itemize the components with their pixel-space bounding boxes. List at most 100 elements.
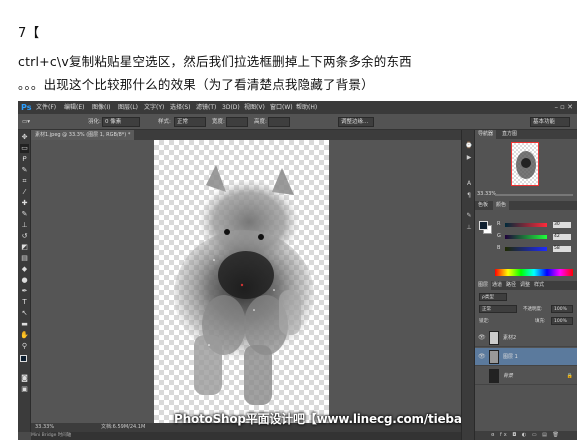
panel-foreground-swatch[interactable]	[479, 221, 488, 230]
screen-mode-icon[interactable]: ▣	[20, 385, 29, 394]
bottom-panel-tabs[interactable]: Mini Bridge 时间轴	[31, 432, 461, 440]
layer-thumbnail	[489, 369, 499, 383]
tab-color[interactable]: 颜色	[493, 201, 510, 210]
width-label: 宽度:	[212, 119, 225, 125]
blue-label: B	[497, 245, 501, 251]
post-result-line: 。。。出现这个比较那什么的效果（为了看清楚点我隐藏了背景）	[18, 77, 374, 92]
paragraph-panel-icon[interactable]: ¶	[465, 192, 473, 200]
menu-filter[interactable]: 滤镜(T)	[196, 101, 216, 114]
toolbox: ✥ ▭ ᑭ ✎ ⌗ ⁄ ✚ ✎ ⊥ ↺ ◩ ▤ ◆ ● ✒ T ↖ ▬ ✋ ⚲ …	[18, 130, 31, 432]
blue-value[interactable]: 58	[553, 246, 571, 252]
opacity-label: 不透明度:	[523, 307, 543, 312]
eraser-tool-icon[interactable]: ◩	[20, 243, 29, 252]
actions-panel-icon[interactable]: ▶	[465, 154, 473, 162]
menu-file[interactable]: 文件(F)	[36, 101, 56, 114]
menu-3d[interactable]: 3D(D)	[222, 101, 240, 114]
blue-slider[interactable]	[505, 247, 547, 251]
foreground-color-swatch[interactable]	[20, 355, 27, 362]
document-canvas[interactable]	[154, 140, 329, 423]
eye-icon[interactable]: 👁	[478, 329, 486, 347]
layer-kind-filter[interactable]: ρ类型	[479, 293, 507, 301]
ps-logo: Ps	[21, 103, 32, 112]
tab-navigator[interactable]: 导航器	[475, 130, 497, 139]
healing-brush-icon[interactable]: ✚	[20, 199, 29, 208]
blur-tool-icon[interactable]: ◆	[20, 265, 29, 274]
quick-mask-icon[interactable]: ◙	[20, 374, 29, 383]
layer-footer-icons[interactable]: ɞ fx ◘ ◐ ▭ ▤ 🗑	[475, 431, 577, 440]
menu-view[interactable]: 视图(V)	[244, 101, 265, 114]
hand-tool-icon[interactable]: ✋	[20, 331, 29, 340]
green-value[interactable]: 42	[553, 234, 571, 240]
layers-panel: 图层 通道 路径 调整 样式 ρ类型 正常 不透明度: 100% 锁定: 填充:…	[475, 281, 577, 440]
menu-layer[interactable]: 图层(L)	[118, 101, 138, 114]
document-tab[interactable]: 素材1.jpeg @ 33.3% (图层 1, RGB/8*) *	[31, 130, 135, 140]
width-input[interactable]	[226, 117, 248, 127]
tab-swatches[interactable]: 色板	[475, 201, 491, 210]
lasso-tool-icon[interactable]: ᑭ	[20, 155, 29, 164]
character-panel-icon[interactable]: A	[465, 180, 473, 188]
opacity-input[interactable]: 100%	[551, 305, 573, 313]
clone-source-icon[interactable]: ⊥	[465, 224, 473, 232]
red-value[interactable]: 30	[553, 222, 571, 228]
tab-histogram[interactable]: 直方图	[499, 130, 520, 139]
canvas-area[interactable]	[31, 140, 461, 423]
photoshop-screenshot: Ps 文件(F) 编辑(E) 图像(I) 图层(L) 文字(Y) 选择(S) 滤…	[18, 101, 577, 440]
eyedropper-icon[interactable]: ⁄	[20, 188, 29, 197]
navigator-header: 导航器 直方图	[475, 130, 577, 139]
blend-mode-select[interactable]: 正常	[479, 305, 517, 313]
refine-edge-button[interactable]: 调整边缘...	[338, 117, 374, 127]
layer-row[interactable]: 👁 素材2	[475, 329, 577, 347]
brush-panel-icon[interactable]: ✎	[465, 212, 473, 220]
navigator-thumbnail[interactable]	[511, 142, 539, 186]
menu-edit[interactable]: 编辑(E)	[64, 101, 84, 114]
gradient-tool-icon[interactable]: ▤	[20, 254, 29, 263]
layer-name: 图层 1	[503, 354, 518, 360]
eye-icon[interactable]: 👁	[478, 348, 486, 366]
height-label: 高度:	[254, 119, 267, 125]
layer-row[interactable]: 👁 图层 1	[475, 348, 577, 366]
layer-row[interactable]: 👁 背景 🔒	[475, 367, 577, 385]
type-tool-icon[interactable]: T	[20, 298, 29, 307]
navigator-zoom[interactable]: 33.33%	[477, 191, 496, 197]
navigator-zoom-slider[interactable]	[495, 194, 573, 196]
marquee-tool-icon[interactable]: ▭	[20, 144, 29, 153]
zoom-tool-icon[interactable]: ⚲	[20, 342, 29, 351]
menu-select[interactable]: 选择(S)	[170, 101, 191, 114]
pen-tool-icon[interactable]: ✒	[20, 287, 29, 296]
move-tool-icon[interactable]: ✥	[20, 133, 29, 142]
path-select-icon[interactable]: ↖	[20, 309, 29, 318]
menu-type[interactable]: 文字(Y)	[144, 101, 164, 114]
quick-select-icon[interactable]: ✎	[20, 166, 29, 175]
tab-styles[interactable]: 样式	[531, 281, 547, 290]
height-input[interactable]	[268, 117, 290, 127]
color-spectrum[interactable]	[495, 269, 573, 276]
document-tab-bar: 素材1.jpeg @ 33.3% (图层 1, RGB/8*) *	[31, 130, 461, 140]
green-slider[interactable]	[505, 235, 547, 239]
history-panel-icon[interactable]: ⌚	[465, 142, 473, 150]
step-number: 7【	[18, 26, 40, 41]
menu-image[interactable]: 图像(I)	[92, 101, 110, 114]
crop-tool-icon[interactable]: ⌗	[20, 177, 29, 186]
fill-label: 填充:	[535, 319, 546, 324]
forum-watermark: PhotoShop平面设计吧【www.linecg.com/tieba/1783…	[174, 412, 511, 426]
fill-input[interactable]: 100%	[551, 317, 573, 325]
layer-thumbnail	[489, 350, 499, 364]
zoom-readout[interactable]: 33.33%	[35, 423, 54, 432]
red-slider[interactable]	[505, 223, 547, 227]
lock-label: 锁定:	[479, 319, 490, 324]
marquee-tool-icon[interactable]: ▭▾	[22, 114, 30, 130]
style-label: 样式:	[158, 119, 171, 125]
history-brush-icon[interactable]: ↺	[20, 232, 29, 241]
post-instruction-line: ctrl+c\v复制粘贴星空选区，然后我们拉选框删掉上下两条多余的东西	[18, 54, 412, 69]
window-controls[interactable]: – ▫ ✕	[554, 101, 573, 114]
feather-input[interactable]: 0 像素	[102, 117, 140, 127]
dodge-tool-icon[interactable]: ●	[20, 276, 29, 285]
shape-tool-icon[interactable]: ▬	[20, 320, 29, 329]
clone-stamp-icon[interactable]: ⊥	[20, 221, 29, 230]
menu-window[interactable]: 窗口(W)	[270, 101, 293, 114]
brush-tool-icon[interactable]: ✎	[20, 210, 29, 219]
style-select[interactable]: 正常	[174, 117, 206, 127]
menu-help[interactable]: 帮助(H)	[296, 101, 317, 114]
workspace-select[interactable]: 基本功能	[530, 117, 570, 127]
right-panels: 导航器 直方图 33.33% 色板 颜色 R 30 G 42 B 58 图层 通…	[475, 130, 577, 440]
